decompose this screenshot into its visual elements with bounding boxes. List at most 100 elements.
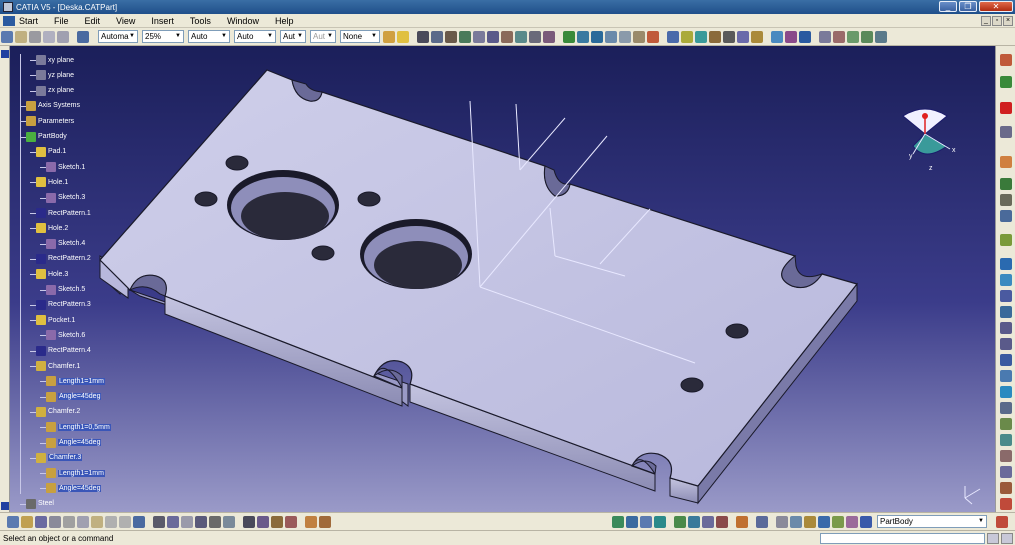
tool-k-icon[interactable] (776, 515, 788, 528)
layer-combo[interactable]: None ▼ (340, 30, 380, 43)
menu-insert[interactable]: Insert (143, 16, 182, 26)
tool-o-icon[interactable] (832, 515, 844, 528)
zoom-combo[interactable]: 25% ▼ (142, 30, 184, 43)
save-file-icon[interactable] (35, 515, 47, 528)
zoom-out-icon[interactable] (1000, 338, 1012, 350)
law-icon[interactable] (1000, 210, 1012, 222)
curve-tool-icon[interactable] (847, 30, 859, 43)
tree-node[interactable]: RectPattern.1 (36, 207, 91, 219)
tool-q-icon[interactable] (860, 515, 872, 528)
tree-node[interactable]: Sketch.6 (46, 329, 85, 341)
menu-window[interactable]: Window (219, 16, 267, 26)
tool-n-icon[interactable] (818, 515, 830, 528)
tree-node[interactable]: Angle=45deg (46, 437, 102, 449)
tree-node[interactable]: RectPattern.3 (36, 299, 91, 311)
open-file-icon[interactable] (21, 515, 33, 528)
render-icon[interactable] (1000, 402, 1012, 414)
pad-tool-icon[interactable] (431, 30, 443, 43)
menu-help[interactable]: Help (267, 16, 302, 26)
tree-node[interactable]: Angle=45deg (46, 391, 102, 403)
apply-material-icon[interactable] (751, 30, 763, 43)
scan-icon[interactable] (209, 515, 221, 528)
chamfer-tool-icon[interactable] (543, 30, 555, 43)
status-icon-1[interactable] (987, 533, 999, 544)
swap-visible-icon[interactable] (709, 30, 721, 43)
open-icon[interactable] (15, 30, 27, 43)
part-body-combo[interactable]: PartBody ▼ (877, 515, 987, 528)
view-icon[interactable] (1000, 354, 1012, 366)
shading-icon[interactable] (681, 30, 693, 43)
knowledge-icon[interactable] (1000, 178, 1012, 190)
zoom-in-icon[interactable] (1000, 322, 1012, 334)
tree-node[interactable]: Pocket.1 (36, 314, 75, 326)
sketch-tool-icon[interactable] (1000, 126, 1012, 138)
render-style-icon[interactable] (723, 30, 735, 43)
print-file-icon[interactable] (49, 515, 61, 528)
print-icon[interactable] (43, 30, 55, 43)
sketch-bottom-icon[interactable] (305, 515, 317, 528)
doc-minimize-button[interactable]: _ (981, 15, 991, 26)
formula-icon[interactable] (1000, 194, 1012, 206)
menu-file[interactable]: File (46, 16, 77, 26)
restore-button[interactable]: ❐ (959, 1, 977, 12)
tool-i-icon[interactable] (736, 515, 748, 528)
color-combo[interactable]: Auto ▼ (188, 30, 230, 43)
new-file-icon[interactable] (7, 515, 19, 528)
rotate-tool-icon[interactable] (1000, 290, 1012, 302)
save-icon[interactable] (29, 30, 41, 43)
undo-icon[interactable] (57, 30, 69, 43)
doc-restore-button[interactable]: ▫ (992, 15, 1002, 26)
tree-node[interactable]: RectPattern.2 (36, 253, 91, 265)
tool-p-icon[interactable] (846, 515, 858, 528)
scroll-down-icon[interactable] (1, 502, 9, 510)
pocket-tool-icon[interactable] (445, 30, 457, 43)
comment-icon[interactable] (167, 515, 179, 528)
tool-m-icon[interactable] (804, 515, 816, 528)
rotate-icon[interactable] (577, 30, 589, 43)
groove-tool-icon[interactable] (487, 30, 499, 43)
remove-icon[interactable] (1000, 102, 1012, 114)
rib-tool-icon[interactable] (501, 30, 513, 43)
paste-icon[interactable] (91, 515, 103, 528)
tree-node[interactable]: Angle=45deg (46, 482, 102, 494)
point-tool-icon[interactable] (647, 30, 659, 43)
tool-c-icon[interactable] (640, 515, 652, 528)
tool-g-icon[interactable] (702, 515, 714, 528)
tree-node[interactable]: Pad.1 (36, 146, 66, 158)
zoom-out-tool-icon[interactable] (875, 30, 887, 43)
zoom-in-tool-icon[interactable] (861, 30, 873, 43)
measure-icon[interactable] (1000, 54, 1012, 66)
tree-node[interactable]: Steel (26, 498, 54, 510)
status-icon-2[interactable] (1001, 533, 1013, 544)
tree-node[interactable]: Sketch.4 (46, 238, 85, 250)
new-icon[interactable] (1, 30, 13, 43)
light-icon[interactable] (1000, 450, 1012, 462)
tree-node[interactable]: Chamfer.3 (36, 452, 83, 464)
line-tool-icon[interactable] (619, 30, 631, 43)
3d-viewport[interactable]: x y z (10, 46, 995, 512)
draft-icon[interactable] (1000, 156, 1012, 168)
formula-bottom-icon[interactable] (153, 515, 165, 528)
menu-tools[interactable]: Tools (182, 16, 219, 26)
brush-icon[interactable] (397, 30, 409, 43)
tree-node[interactable]: Sketch.1 (46, 161, 85, 173)
plane-tool-icon[interactable] (633, 30, 645, 43)
multi-view-icon[interactable] (737, 30, 749, 43)
iso-view-icon[interactable] (1000, 370, 1012, 382)
hole-tool-icon[interactable] (459, 30, 471, 43)
tree-node[interactable]: Hole.3 (36, 268, 68, 280)
tree-node[interactable]: xy plane (36, 54, 74, 66)
tree-node[interactable]: zx plane (36, 85, 74, 97)
properties-icon[interactable] (77, 30, 89, 43)
tree-node[interactable]: Hole.2 (36, 222, 68, 234)
loft-tool-icon[interactable] (529, 30, 541, 43)
tree-node[interactable]: yz plane (36, 69, 74, 81)
table-bottom-icon[interactable] (181, 515, 193, 528)
pan-icon[interactable] (563, 30, 575, 43)
tree-node[interactable]: Chamfer.1 (36, 360, 80, 372)
hide-show-icon[interactable] (695, 30, 707, 43)
tool-j-icon[interactable] (756, 515, 768, 528)
command-input[interactable] (820, 533, 985, 544)
thickness-combo[interactable]: Aut ▼ (310, 30, 336, 43)
normal-view-icon[interactable] (605, 30, 617, 43)
